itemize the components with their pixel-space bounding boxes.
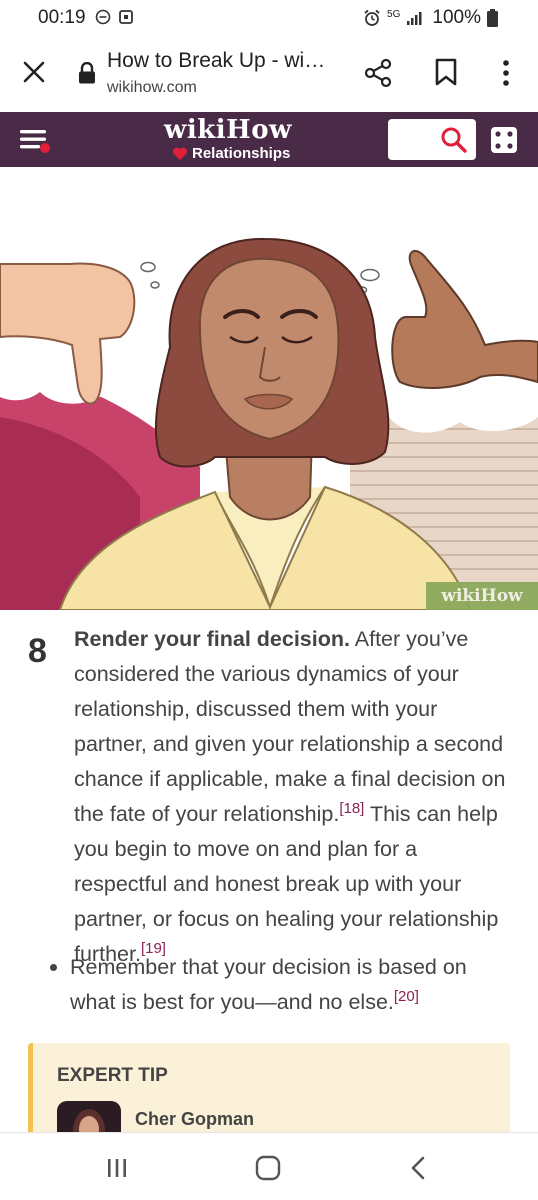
screenshot-icon (119, 10, 133, 24)
share-icon[interactable] (364, 58, 392, 88)
section-label[interactable]: Relationships (172, 145, 290, 162)
bookmark-icon[interactable] (434, 58, 458, 86)
back-icon[interactable] (408, 1155, 428, 1181)
bullet-text: Remember that your decision is based on … (70, 955, 467, 1014)
section-name: Relationships (192, 145, 291, 162)
bullet-dot (50, 964, 57, 971)
reference-link[interactable]: [18] (339, 800, 364, 817)
step-text-part1: After you’ve considered the various dyna… (74, 627, 506, 826)
alarm-icon (364, 9, 380, 26)
page-url[interactable]: wikihow.com (107, 79, 197, 97)
network-type: 5G (387, 9, 401, 20)
home-icon[interactable] (255, 1155, 281, 1181)
expert-tip-box: EXPERT TIP Cher Gopman (28, 1043, 510, 1151)
page-title[interactable]: How to Break Up - wi… (107, 49, 325, 73)
do-not-disturb-icon (95, 9, 111, 25)
browser-toolbar: How to Break Up - wi… wikihow.com (0, 36, 538, 112)
step-text: Render your final decision. After you’ve… (28, 622, 510, 972)
status-right: 5G 100% (363, 7, 498, 29)
heart-icon (172, 147, 188, 160)
system-nav-bar (0, 1132, 538, 1200)
reference-link[interactable]: [20] (394, 988, 419, 1005)
close-icon[interactable] (22, 60, 46, 84)
illustration (0, 237, 538, 610)
more-options-icon[interactable] (496, 58, 516, 88)
site-logo[interactable]: wikiHow (164, 115, 292, 145)
lock-icon (79, 62, 95, 84)
random-article-icon[interactable] (490, 126, 518, 154)
search-input[interactable] (388, 119, 476, 160)
tip-bullet: Remember that your decision is based on … (50, 950, 500, 1020)
article-image: wikiHow (0, 167, 538, 610)
signal-icon (407, 12, 422, 25)
search-icon[interactable] (440, 126, 468, 154)
image-credit: wikiHow (426, 582, 538, 610)
expert-tip-label: EXPERT TIP (57, 1065, 168, 1086)
recent-apps-icon[interactable] (106, 1157, 128, 1179)
expert-name[interactable]: Cher Gopman (135, 1109, 254, 1130)
step-text-part2: This can help you begin to move on and p… (74, 802, 499, 966)
site-header: wikiHow Relationships (0, 112, 538, 167)
battery-icon (487, 9, 498, 27)
step-title: Render your final decision. (74, 627, 350, 651)
battery-percent: 100% (432, 7, 481, 28)
menu-icon[interactable] (18, 126, 52, 154)
status-time: 00:19 (38, 7, 86, 28)
status-bar: 00:19 5G 100% (0, 0, 538, 36)
